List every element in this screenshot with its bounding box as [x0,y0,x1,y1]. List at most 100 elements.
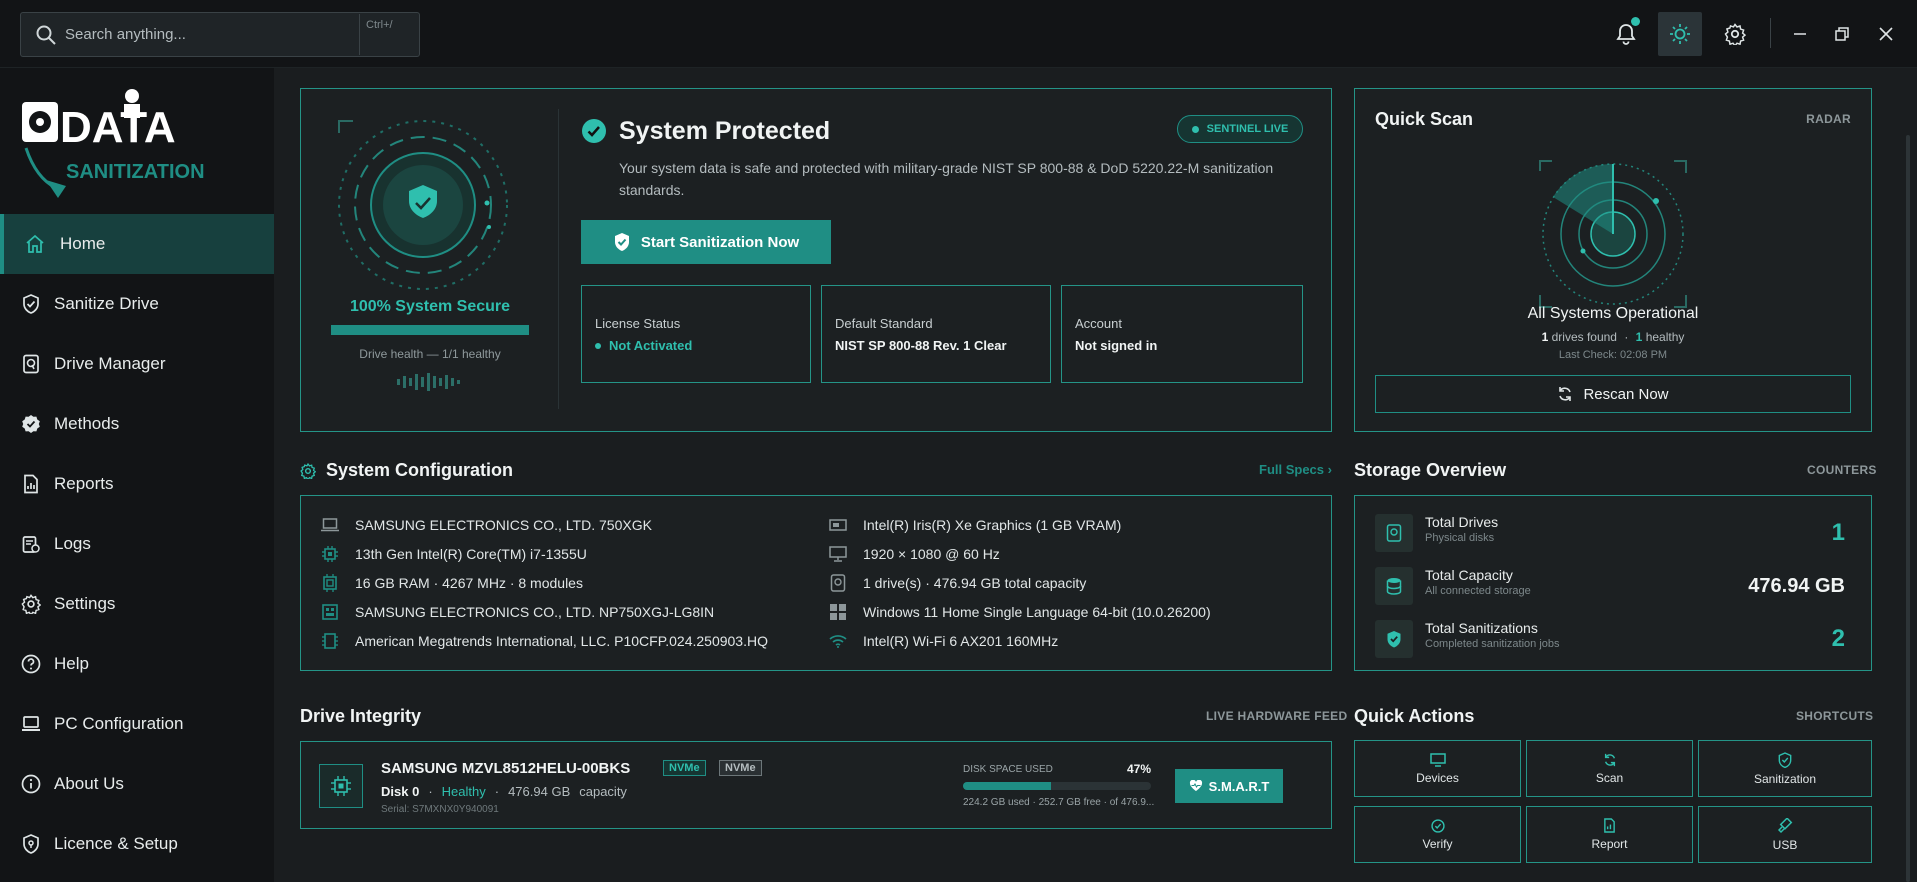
drives-found-label: drives found [1551,330,1617,344]
settings-button[interactable] [1713,12,1757,56]
drive-icon [1375,514,1413,552]
sidebar-item-pc-configuration[interactable]: PC Configuration [0,694,274,754]
sidebar-item-sanitize-drive[interactable]: Sanitize Drive [0,274,274,334]
config-display-text: 1920 × 1080 @ 60 Hz [863,546,1000,562]
logo-text-sanitization: SANITIZATION [66,161,205,183]
account-value: Not signed in [1075,338,1158,353]
sidebar-item-label: Help [54,654,89,673]
radar-graphic [1538,159,1688,309]
account-label: Account [1075,316,1122,331]
quick-action-devices[interactable]: Devices [1354,740,1521,797]
smart-label: S.M.A.R.T [1208,778,1270,794]
sidebar-item-settings[interactable]: Settings [0,574,274,634]
quick-action-usb[interactable]: USB [1698,806,1872,863]
config-gpu: Intel(R) Iris(R) Xe Graphics (1 GB VRAM) [829,516,1121,534]
sidebar-item-about-us[interactable]: About Us [0,754,274,814]
quick-action-sanitization[interactable]: Sanitization [1698,740,1872,797]
system-protected-panel: 100% System Secure Drive health — 1/1 he… [300,88,1332,432]
search-box[interactable]: Search anything... Ctrl+/ [20,12,420,57]
config-os: Windows 11 Home Single Language 64-bit (… [829,603,1211,621]
ram-icon [321,574,339,592]
license-status-value: Not Activated [595,338,692,353]
topbar-separator [1770,18,1771,48]
monitor-icon [829,545,847,563]
radar-kicker: RADAR [1806,112,1851,126]
sidebar-nav: Home Sanitize Drive Drive Manager Method… [0,214,274,874]
quick-action-label: Scan [1595,770,1624,785]
summary-separator: · [1624,330,1629,344]
database-icon [1375,567,1413,605]
full-specs-link[interactable]: Full Specs › [1259,462,1332,477]
bios-chip-icon [321,632,339,650]
waveform-icon [395,372,467,392]
stat-sub: Completed sanitization jobs [1425,638,1560,650]
laptop-icon [321,516,339,534]
meta-separator: · [494,784,500,799]
secure-label: 100% System Secure [349,298,511,315]
quick-action-scan[interactable]: Scan [1526,740,1693,797]
shield-radar-graphic [337,119,509,291]
minimize-button[interactable] [1778,12,1822,56]
theme-toggle-button[interactable] [1658,12,1702,56]
main-scrollbar[interactable] [1906,135,1910,882]
system-config-title: System Configuration [326,460,514,480]
account-card: Account Not signed in [1061,285,1303,383]
search-input[interactable]: Search anything... [65,26,186,43]
config-ram-text: 16 GB RAM · 4267 MHz · 8 modules [355,575,583,591]
default-standard-label: Default Standard [835,316,933,331]
config-drives: 1 drive(s) · 476.94 GB total capacity [829,574,1086,592]
default-standard-card: Default Standard NIST SP 800-88 Rev. 1 C… [821,285,1051,383]
live-feed-kicker: LIVE HARDWARE FEED [1206,709,1348,723]
sidebar-item-logs[interactable]: Logs [0,514,274,574]
sidebar-item-help[interactable]: Help [0,634,274,694]
close-button[interactable] [1864,12,1908,56]
gear-icon [300,462,316,479]
sidebar-item-methods[interactable]: Methods [0,394,274,454]
stat-value: 1 [1831,519,1845,546]
drive-health: Healthy [441,784,486,799]
drive-chip-icon [319,764,363,808]
stat-total-drives: Total Drives Physical disks 1 [1375,514,1845,564]
shield-check-icon [614,233,629,251]
config-cpu-text: 13th Gen Intel(R) Core(TM) i7-1355U [355,546,587,562]
shortcuts-kicker: SHORTCUTS [1796,709,1874,723]
sidebar-item-home[interactable]: Home [0,214,274,274]
quick-action-verify[interactable]: Verify [1354,806,1521,863]
notifications-button[interactable] [1604,12,1648,56]
start-sanitization-button[interactable]: Start Sanitization Now [581,220,831,264]
drive-card[interactable]: SAMSUNG MZVL8512HELU-00BKS NVMe NVMe Dis… [300,741,1332,829]
drive-integrity-title: Drive Integrity [300,706,422,726]
rescan-label: Rescan Now [1583,385,1669,403]
quick-action-label: USB [1772,837,1798,852]
sidebar-item-label: Sanitize Drive [54,294,159,313]
stat-sub: All connected storage [1425,585,1531,597]
heart-pulse-icon [1189,780,1202,791]
disk-space-label: DISK SPACE USED [963,764,1053,775]
rescan-button[interactable]: Rescan Now [1375,375,1851,413]
sidebar-item-drive-manager[interactable]: Drive Manager [0,334,274,394]
system-config-panel: SAMSUNG ELECTRONICS CO., LTD. 750XGK 13t… [300,495,1332,671]
sidebar-item-reports[interactable]: Reports [0,454,274,514]
sidebar-item-label: Reports [54,474,114,493]
search-shortcut: Ctrl+/ [359,14,405,55]
quick-scan-panel: Quick Scan RADAR All Systems Operational… [1354,88,1872,432]
maximize-button[interactable] [1820,12,1864,56]
start-sanitization-label: Start Sanitization Now [640,233,800,251]
laptop-icon [20,713,42,735]
default-standard-value: NIST SP 800-88 Rev. 1 Clear [835,338,1007,353]
drive-icon [829,574,847,592]
stat-total-capacity: Total Capacity All connected storage 476… [1375,567,1845,617]
hero-divider [558,109,559,409]
check-circle-icon [1430,818,1445,833]
help-icon [20,653,42,675]
scan-status: All Systems Operational [1527,305,1699,322]
smart-button[interactable]: S.M.A.R.T [1175,769,1283,803]
sidebar-item-licence-setup[interactable]: Licence & Setup [0,814,274,874]
bell-icon [1616,24,1636,45]
wifi-icon [829,632,847,650]
stat-title: Total Sanitizations [1425,620,1538,636]
config-ram: 16 GB RAM · 4267 MHz · 8 modules [321,574,583,592]
sidebar-item-label: Settings [54,594,116,613]
report-icon [20,473,42,495]
quick-action-report[interactable]: Report [1526,806,1693,863]
